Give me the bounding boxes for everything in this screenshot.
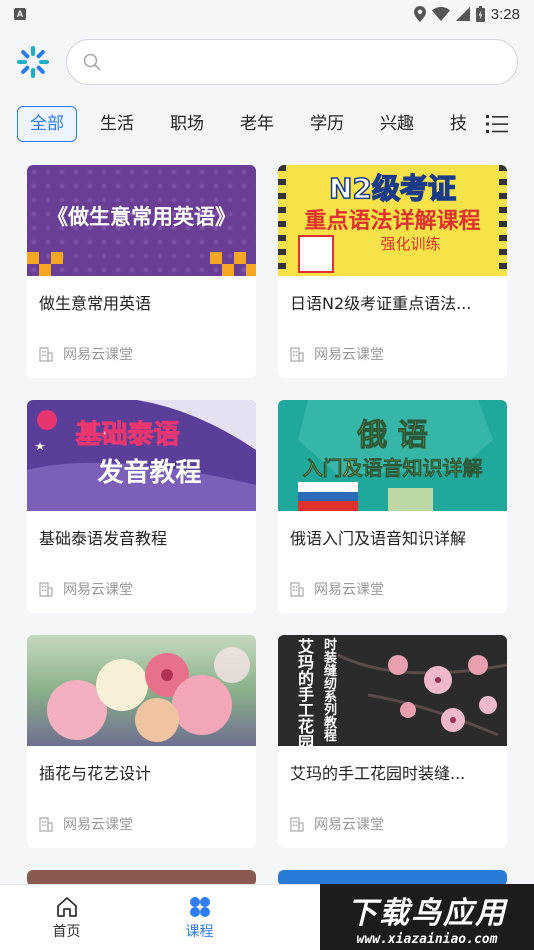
tab-interest[interactable]: 兴趣 [367,106,427,142]
thumbnail-caption: 《做生意常用英语》 [47,205,236,229]
building-icon [290,581,304,597]
search-box[interactable] [66,39,518,85]
tab-skill[interactable]: 技 [437,106,480,142]
course-card[interactable]: 插花与花艺设计 网易云课堂 [27,635,256,848]
thumbnail-caption: 重点语法详解课程 [304,209,481,234]
course-source: 网易云课堂 [39,579,133,599]
course-thumbnail [27,635,256,746]
tab-workplace[interactable]: 职场 [157,106,217,142]
courses-icon [189,897,210,917]
course-thumbnail: 基础泰语 发音教程 [27,400,256,511]
thumbnail-caption: 强化训练 [380,235,441,253]
status-bar: A 3:28 [0,0,534,28]
thumbnail-caption: 时装缝纫系列教程 [324,638,338,744]
tab-degree[interactable]: 学历 [297,106,357,142]
course-card[interactable]: 《做生意常用英语》 做生意常用英语 网易云课堂 [27,165,256,378]
course-title: 艾玛的手工花园时装缝... [290,764,466,782]
app-logo-icon [17,46,49,78]
tab-senior[interactable]: 老年 [227,106,287,142]
wifi-icon [431,7,450,21]
course-source: 网易云课堂 [39,814,133,834]
building-icon [39,816,53,832]
battery-icon [475,6,485,22]
location-icon [413,6,426,22]
thumbnail-caption: 发音教程 [97,458,202,488]
course-title: 俄语入门及语音知识详解 [290,529,467,547]
course-card[interactable]: 基础泰语 发音教程 基础泰语发音教程 网易云课堂 [27,400,256,613]
search-icon [83,53,101,71]
course-card[interactable]: 俄 语 入门及语音知识详解 俄语入门及语音知识详解 网易云课堂 [278,400,507,613]
thumbnail-caption: 入门及语音知识详解 [302,456,483,481]
nav-home[interactable]: 首页 [0,885,133,950]
thumbnail-caption: 基础泰语 [75,420,180,451]
nav-courses[interactable]: 课程 [133,885,266,950]
course-title: 日语N2级考证重点语法... [290,294,472,312]
notification-a-icon: A [14,8,26,20]
course-source: 网易云课堂 [290,579,384,599]
course-card[interactable]: N2级考证 重点语法详解课程 强化训练 日语N2级考证重点语法... 网易云课堂 [278,165,507,378]
course-title: 做生意常用英语 [39,294,152,312]
thumbnail-caption: 俄 语 [357,418,428,454]
building-icon [290,816,304,832]
course-thumbnail: N2级考证 重点语法详解课程 强化训练 [278,165,507,276]
watermark-logo: 下载鸟应用 www.xiazainiao.com [320,884,534,950]
course-source: 网易云课堂 [39,344,133,364]
building-icon [290,346,304,362]
course-thumbnail: 艾玛的手工花园 时装缝纫系列教程 [278,635,507,746]
building-icon [39,581,53,597]
course-source: 网易云课堂 [290,814,384,834]
tab-life[interactable]: 生活 [87,106,147,142]
course-title: 基础泰语发音教程 [39,529,168,547]
thumbnail-caption: 艾玛的手工花园 [298,637,315,747]
thumbnail-caption: N2级考证 [328,171,456,206]
course-card[interactable]: 艾玛的手工花园 时装缝纫系列教程 艾玛的手工花园时装缝... 网易云课堂 [278,635,507,848]
signal-icon [455,7,470,21]
course-title: 插花与花艺设计 [39,764,152,782]
search-input[interactable] [109,53,501,71]
tab-all[interactable]: 全部 [17,106,77,142]
course-source: 网易云课堂 [290,344,384,364]
building-icon [39,346,53,362]
home-icon [56,897,77,917]
course-thumbnail: 俄 语 入门及语音知识详解 [278,400,507,511]
course-thumbnail: 《做生意常用英语》 [27,165,256,276]
category-tabs: 全部 生活 职场 老年 学历 兴趣 技 [0,104,534,144]
category-menu-icon[interactable] [486,113,508,135]
header [0,36,534,88]
clock: 3:28 [490,5,520,23]
